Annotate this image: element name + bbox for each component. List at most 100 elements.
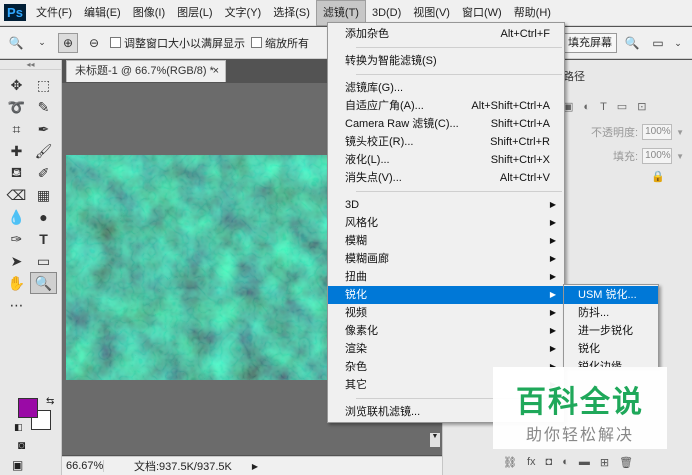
close-icon[interactable]: × — [213, 61, 219, 82]
link-layers-icon[interactable]: ⛓ — [503, 456, 517, 469]
filter-menu-item[interactable]: 模糊画廊 ▶ — [328, 250, 564, 268]
scroll-down-arrow[interactable]: ▼ — [430, 433, 440, 447]
type-filter-icon[interactable]: T — [600, 101, 607, 113]
opacity-input[interactable]: 100% — [642, 124, 673, 140]
document-tab[interactable]: 未标题-1 @ 66.7%(RGB/8) * × — [66, 60, 226, 82]
checkbox-box[interactable] — [110, 37, 121, 48]
resize-window-checkbox[interactable]: 调整窗口大小以满屏显示 — [110, 35, 245, 51]
filter-menu-item[interactable]: 风格化 ▶ — [328, 214, 564, 232]
zoom-tool-icon[interactable]: 🔍 — [30, 272, 57, 294]
layer-style-icon[interactable]: fx — [527, 456, 536, 469]
quick-select-tool-icon[interactable]: ✎ — [30, 96, 57, 118]
healing-brush-tool-icon[interactable]: ✚ — [3, 140, 30, 162]
move-tool-icon[interactable]: ✥ — [3, 74, 30, 96]
sharpen-submenu-item[interactable]: 防抖... — [564, 304, 658, 322]
menu-item[interactable]: 编辑(E) — [78, 0, 127, 26]
fill-screen-button[interactable]: 填充屏幕 — [563, 33, 617, 53]
filter-menu-item[interactable]: Camera Raw 滤镜(C)... Shift+Ctrl+A — [328, 115, 564, 133]
filter-menu-dropdown: 添加杂色 Alt+Ctrl+F 转换为智能滤镜(S) 滤镜库(G)... 自适应广角(A… — [327, 22, 565, 423]
dodge-tool-icon[interactable]: ● — [30, 206, 57, 228]
filter-menu-item-shortcut: Alt+Ctrl+V — [499, 172, 550, 184]
zoom-out-icon[interactable]: ⊖ — [84, 33, 104, 53]
menu-item[interactable]: 选择(S) — [267, 0, 316, 26]
smart-object-filter-icon[interactable]: ⊡ — [637, 100, 646, 113]
gradient-tool-icon[interactable]: ▦ — [30, 184, 57, 206]
chevron-down-icon[interactable]: ▼ — [676, 128, 684, 137]
zoom-tool-preset-icon[interactable]: 🔍 — [6, 33, 26, 53]
shape-filter-icon[interactable]: ▭ — [617, 100, 627, 113]
filter-menu-item[interactable]: 转换为智能滤镜(S) — [328, 52, 564, 70]
chevron-down-icon[interactable]: ⌄ — [668, 33, 688, 53]
screen-mode-icon[interactable]: ▣ — [12, 458, 23, 472]
status-menu-arrow-icon[interactable]: ▶ — [252, 462, 258, 471]
path-select-tool-icon[interactable]: ➤ — [3, 250, 30, 272]
filter-menu-item[interactable]: 消失点(V)... Alt+Ctrl+V — [328, 169, 564, 187]
more-tools-icon[interactable]: ⋯ — [3, 294, 30, 316]
sharpen-submenu-item[interactable]: 进一步锐化 — [564, 322, 658, 340]
filter-menu-item[interactable]: 3D ▶ — [328, 196, 564, 214]
menu-item[interactable]: 文件(F) — [30, 0, 78, 26]
filter-menu-item[interactable]: 模糊 ▶ — [328, 232, 564, 250]
hand-tool-icon[interactable]: ✋ — [3, 272, 30, 294]
menu-item[interactable]: 图像(I) — [127, 0, 171, 26]
history-brush-tool-icon[interactable]: ✐ — [30, 162, 57, 184]
chevron-down-icon[interactable]: ▼ — [676, 152, 684, 161]
chevron-down-icon[interactable]: ⌄ — [32, 33, 52, 53]
workspace-icon[interactable]: ▭ — [648, 33, 668, 53]
foreground-color-swatch[interactable] — [18, 398, 38, 418]
filter-menu-item[interactable]: 渲染 ▶ — [328, 340, 564, 358]
filter-menu-item[interactable]: 液化(L)... Shift+Ctrl+X — [328, 151, 564, 169]
eyedropper-tool-icon[interactable]: ✒ — [30, 118, 57, 140]
filter-menu-item-label: 添加杂色 — [345, 28, 389, 40]
add-mask-icon[interactable]: ◘ — [546, 456, 553, 469]
checkbox-box[interactable] — [251, 37, 262, 48]
filter-menu-item[interactable]: 视频 ▶ — [328, 304, 564, 322]
adjustment-filter-icon[interactable]: ◐ — [583, 101, 590, 113]
filter-menu-item[interactable]: 锐化 ▶ — [328, 286, 564, 304]
sharpen-submenu-item[interactable]: 锐化 — [564, 340, 658, 358]
sharpen-submenu: USM 锐化... 防抖... 进一步锐化 锐化 锐化边缘 — [563, 284, 659, 368]
fill-input[interactable]: 100% — [642, 148, 673, 164]
opacity-label: 不透明度: — [591, 127, 639, 139]
filter-menu-item[interactable]: 自适应广角(A)... Alt+Shift+Ctrl+A — [328, 97, 564, 115]
panel-grip[interactable]: ◂◂ — [0, 60, 61, 70]
pen-tool-icon[interactable]: ✑ — [3, 228, 30, 250]
brush-tool-icon[interactable]: 🖌 — [30, 140, 57, 162]
trash-icon[interactable]: 🗑 — [619, 456, 633, 469]
marquee-tool-icon[interactable]: ⬚ — [30, 74, 57, 96]
filter-menu-item[interactable]: 镜头校正(R)... Shift+Ctrl+R — [328, 133, 564, 151]
texture-artwork — [66, 155, 366, 380]
filter-menu-item-label: 像素化 — [345, 325, 378, 337]
blur-tool-icon[interactable]: 💧 — [3, 206, 30, 228]
eraser-tool-icon[interactable]: ⌫ — [3, 184, 30, 206]
menu-item[interactable]: 文字(Y) — [219, 0, 268, 26]
zoom-in-icon[interactable]: ⊕ — [58, 32, 78, 53]
lasso-tool-icon[interactable]: ➰ — [3, 96, 30, 118]
zoom-all-checkbox[interactable]: 缩放所有 — [251, 35, 309, 51]
tab-paths[interactable]: 路径 — [563, 68, 585, 84]
menu-item[interactable]: 图层(L) — [171, 0, 218, 26]
swap-colors-icon[interactable]: ⇆ — [46, 396, 54, 407]
search-icon[interactable]: 🔍 — [622, 33, 642, 53]
rectangle-tool-icon[interactable]: ▭ — [30, 250, 57, 272]
zoom-level[interactable]: 66.67% — [62, 460, 104, 472]
adjustment-layer-icon[interactable]: ◐ — [562, 456, 569, 469]
status-bar: 66.67% 文档:937.5K/937.5K ▶ — [62, 456, 442, 475]
filter-menu-item[interactable]: 添加杂色 Alt+Ctrl+F — [328, 25, 564, 43]
filter-menu-item[interactable]: 像素化 ▶ — [328, 322, 564, 340]
filter-menu-item[interactable]: 滤镜库(G)... — [328, 79, 564, 97]
sharpen-submenu-item[interactable]: USM 锐化... — [564, 286, 658, 304]
filter-menu-item-label: 浏览联机滤镜... — [345, 406, 421, 418]
clone-stamp-tool-icon[interactable]: ⛾ — [3, 162, 30, 184]
default-colors-icon[interactable]: ◧ — [14, 422, 23, 433]
new-layer-icon[interactable]: ⊞ — [600, 456, 609, 469]
crop-tool-icon[interactable]: ⌗ — [3, 118, 30, 140]
type-tool-icon[interactable]: T — [30, 228, 57, 250]
filter-menu-item[interactable]: 扭曲 ▶ — [328, 268, 564, 286]
new-group-icon[interactable]: ▬ — [579, 456, 590, 469]
quick-mask-icon[interactable]: ◙ — [18, 438, 25, 452]
menu-separator — [356, 191, 562, 192]
filter-menu-item-shortcut: Shift+Ctrl+X — [490, 154, 550, 166]
canvas-image[interactable] — [66, 155, 366, 380]
tools-grid: ✥ ⬚ ➰ ✎ ⌗ ✒ ✚ 🖌 ⛾ ✐ ⌫ ▦ 💧 ● ✑ T ➤ ▭ ✋ 🔍 … — [0, 70, 61, 320]
